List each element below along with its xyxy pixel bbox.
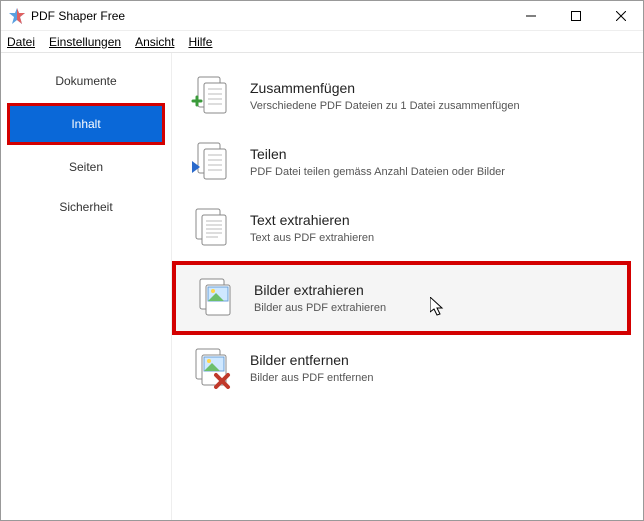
window-title: PDF Shaper Free — [31, 9, 125, 23]
minimize-button[interactable] — [508, 1, 553, 30]
sidebar-item-seiten[interactable]: Seiten — [7, 149, 165, 185]
sidebar-item-inhalt[interactable]: Inhalt — [10, 106, 162, 142]
body: Dokumente Inhalt Seiten Sicherheit — [1, 53, 643, 520]
close-button[interactable] — [598, 1, 643, 30]
action-text: Bilder extrahieren Bilder aus PDF extrah… — [254, 282, 617, 314]
action-merge[interactable]: Zusammenfügen Verschiedene PDF Dateien z… — [172, 63, 631, 129]
action-desc: Bilder aus PDF extrahieren — [254, 302, 617, 314]
action-split[interactable]: Teilen PDF Datei teilen gemäss Anzahl Da… — [172, 129, 631, 195]
action-title: Bilder entfernen — [250, 352, 621, 368]
sidebar: Dokumente Inhalt Seiten Sicherheit — [1, 53, 171, 520]
action-text: Zusammenfügen Verschiedene PDF Dateien z… — [250, 80, 621, 112]
action-title: Bilder extrahieren — [254, 282, 617, 298]
menubar: Datei Einstellungen Ansicht Hilfe — [1, 31, 643, 53]
menu-einstellungen[interactable]: Einstellungen — [49, 35, 121, 49]
sidebar-item-sicherheit[interactable]: Sicherheit — [7, 189, 165, 225]
merge-icon — [190, 75, 232, 117]
app-icon — [9, 8, 25, 24]
action-desc: Bilder aus PDF entfernen — [250, 372, 621, 384]
action-text: Bilder entfernen Bilder aus PDF entferne… — [250, 352, 621, 384]
split-icon — [190, 141, 232, 183]
action-title: Text extrahieren — [250, 212, 621, 228]
action-title: Teilen — [250, 146, 621, 162]
titlebar: PDF Shaper Free — [1, 1, 643, 31]
action-text: Teilen PDF Datei teilen gemäss Anzahl Da… — [250, 146, 621, 178]
action-desc: Verschiedene PDF Dateien zu 1 Datei zusa… — [250, 100, 621, 112]
text-extract-icon — [190, 207, 232, 249]
action-extract-images[interactable]: Bilder extrahieren Bilder aus PDF extrah… — [172, 261, 631, 335]
menu-ansicht[interactable]: Ansicht — [135, 35, 174, 49]
action-desc: Text aus PDF extrahieren — [250, 232, 621, 244]
action-remove-images[interactable]: Bilder entfernen Bilder aus PDF entferne… — [172, 335, 631, 401]
action-extract-text[interactable]: Text extrahieren Text aus PDF extrahiere… — [172, 195, 631, 261]
action-text: Text extrahieren Text aus PDF extrahiere… — [250, 212, 621, 244]
menu-hilfe[interactable]: Hilfe — [188, 35, 212, 49]
annotation-sidebar-highlight: Inhalt — [7, 103, 165, 145]
content-pane: Zusammenfügen Verschiedene PDF Dateien z… — [171, 53, 643, 520]
image-extract-icon — [194, 277, 236, 319]
action-title: Zusammenfügen — [250, 80, 621, 96]
action-desc: PDF Datei teilen gemäss Anzahl Dateien o… — [250, 166, 621, 178]
menu-datei[interactable]: Datei — [7, 35, 35, 49]
app-window: PDF Shaper Free Datei Einstellungen Ansi… — [0, 0, 644, 521]
image-remove-icon — [190, 347, 232, 389]
sidebar-item-dokumente[interactable]: Dokumente — [7, 63, 165, 99]
maximize-button[interactable] — [553, 1, 598, 30]
